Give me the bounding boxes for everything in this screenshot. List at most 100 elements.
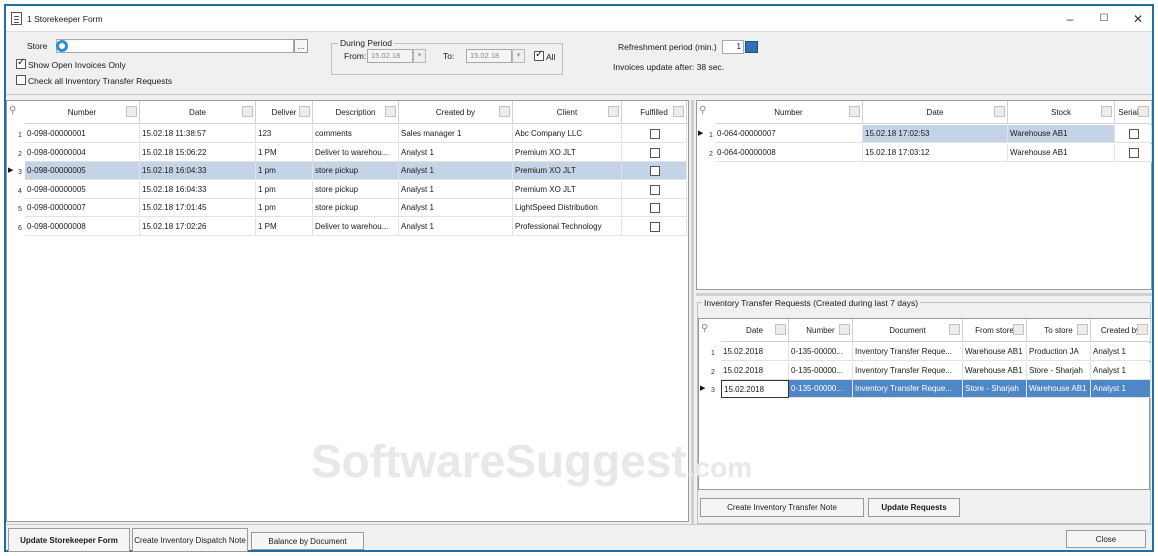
update-requests-button[interactable]: Update Requests xyxy=(868,498,960,517)
transfer-cell-from: Warehouse AB1 xyxy=(963,361,1027,380)
transfer-header-0[interactable]: Date xyxy=(721,319,789,342)
invoice-header-2[interactable]: Deliver xyxy=(256,101,313,124)
invoice-cell-created_by: Sales manager 1 xyxy=(399,125,513,143)
filter-dropdown-icon[interactable] xyxy=(299,106,310,117)
transfer-cell-document: Inventory Transfer Reque... xyxy=(853,361,963,380)
filter-dropdown-icon[interactable] xyxy=(1138,106,1149,117)
transfer-cell-created_by: Analyst 1 xyxy=(1091,380,1151,398)
invoice-header-3[interactable]: Description xyxy=(313,101,399,124)
invoice-cell-number: 0-098-00000004 xyxy=(25,143,140,162)
to-date-field[interactable]: 15.02.18 xyxy=(466,49,512,63)
transfer-search-icon[interactable]: ⚲ xyxy=(701,323,708,334)
refresh-spin-icon[interactable] xyxy=(745,41,758,53)
invoice-row-checkbox[interactable] xyxy=(649,129,660,139)
stock-grid: ⚲ Number Date Stock Serial ... 1 ▶ 0-064-000000… xyxy=(696,100,1152,290)
create-transfer-note-button[interactable]: Create Inventory Transfer Note xyxy=(700,498,864,517)
horizontal-splitter[interactable] xyxy=(696,293,1152,296)
stock-cell-date: 15.02.18 17:03:12 xyxy=(863,143,1008,162)
invoice-search-icon[interactable]: ⚲ xyxy=(9,105,16,116)
filter-dropdown-icon[interactable] xyxy=(1013,324,1024,335)
minimize-button[interactable]: – xyxy=(1058,10,1082,28)
filter-dropdown-icon[interactable] xyxy=(608,106,619,117)
update-storekeeper-button[interactable]: Update Storekeeper Form xyxy=(8,528,130,552)
create-dispatch-note-button[interactable]: Create Inventory Dispatch Note xyxy=(132,528,248,552)
filter-dropdown-icon[interactable] xyxy=(126,106,137,117)
filter-dropdown-icon[interactable] xyxy=(994,106,1005,117)
invoice-cell-date: 15.02.18 15:06:22 xyxy=(140,143,256,162)
filter-dropdown-icon[interactable] xyxy=(949,324,960,335)
stock-row-checkbox[interactable] xyxy=(1128,147,1139,158)
store-browse-button[interactable]: ... xyxy=(294,39,308,53)
invoice-header-4[interactable]: Created by xyxy=(399,101,513,124)
invoice-header-5[interactable]: Client xyxy=(513,101,622,124)
filter-dropdown-icon[interactable] xyxy=(775,324,786,335)
refresh-input[interactable]: 1 xyxy=(722,40,744,54)
stock-search-icon[interactable]: ⚲ xyxy=(699,105,706,116)
close-window-button[interactable]: ✕ xyxy=(1126,10,1150,28)
transfer-cell-to: Warehouse AB1 xyxy=(1027,380,1091,398)
show-open-checkbox[interactable] xyxy=(16,57,26,69)
filter-dropdown-icon[interactable] xyxy=(1077,324,1088,335)
filter-dropdown-icon[interactable] xyxy=(242,106,253,117)
vertical-splitter[interactable] xyxy=(691,100,694,524)
check-all-checkbox[interactable] xyxy=(16,75,26,85)
transfer-cell-number: 0-135-00000... xyxy=(789,343,853,361)
invoice-cell-number: 0-098-00000005 xyxy=(25,162,140,180)
invoice-cell-date: 15.02.18 17:02:26 xyxy=(140,217,256,236)
maximize-button[interactable]: ☐ xyxy=(1092,10,1116,28)
all-label: All xyxy=(546,52,556,62)
filter-dropdown-icon[interactable] xyxy=(499,106,510,117)
filter-dropdown-icon[interactable] xyxy=(385,106,396,117)
invoice-row-checkbox[interactable] xyxy=(649,147,660,158)
stock-cell-date: 15.02.18 17:02:53 xyxy=(863,125,1008,143)
transfer-header-1[interactable]: Number xyxy=(789,319,853,342)
store-lookup-icon[interactable] xyxy=(56,40,68,52)
store-input[interactable] xyxy=(56,39,294,53)
close-button[interactable]: Close xyxy=(1066,530,1146,548)
invoice-cell-deliver: 1 PM xyxy=(256,217,313,236)
filter-dropdown-icon[interactable] xyxy=(673,106,684,117)
all-checkbox[interactable] xyxy=(534,49,544,61)
invoice-cell-deliver: 1 PM xyxy=(256,143,313,162)
invoice-cell-description: store pickup xyxy=(313,162,399,180)
window-title: 1 Storekeeper Form xyxy=(27,14,103,24)
invoice-header-1[interactable]: Date xyxy=(140,101,256,124)
transfers-grid: ⚲ Date Number Document From store To store Cre… xyxy=(698,318,1151,490)
transfer-header-5[interactable]: Created by xyxy=(1091,319,1151,342)
invoice-cell-client: Abc Company LLC xyxy=(513,125,622,143)
transfer-header-4[interactable]: To store xyxy=(1027,319,1091,342)
filter-dropdown-icon[interactable] xyxy=(1137,324,1148,335)
invoice-header-6[interactable]: Fulfilled xyxy=(622,101,687,124)
stock-row-checkbox[interactable] xyxy=(1128,129,1139,139)
title-bar: 1 Storekeeper Form – ☐ ✕ xyxy=(6,6,1152,32)
filter-dropdown-icon[interactable] xyxy=(839,324,850,335)
invoice-cell-number: 0-098-00000007 xyxy=(25,199,140,217)
from-date-field[interactable]: 15.02.18 xyxy=(367,49,413,63)
invoice-header-0[interactable]: Number xyxy=(25,101,140,124)
stock-header-2[interactable]: Stock xyxy=(1008,101,1115,124)
invoice-cell-deliver: 1 pm xyxy=(256,199,313,217)
invoice-row-checkbox[interactable] xyxy=(649,221,660,232)
from-date-dropdown[interactable]: ▾ xyxy=(413,49,426,63)
stock-header-3[interactable]: Serial ... xyxy=(1115,101,1152,124)
transfer-cell-from: Store - Sharjah xyxy=(963,380,1027,398)
transfer-cell-number: 0-135-00000... xyxy=(789,361,853,380)
transfer-cell-from: Warehouse AB1 xyxy=(963,343,1027,361)
transfer-header-3[interactable]: From store xyxy=(963,319,1027,342)
stock-header-1[interactable]: Date xyxy=(863,101,1008,124)
invoice-row-checkbox[interactable] xyxy=(649,203,660,213)
invoice-row-checkbox[interactable] xyxy=(649,166,660,176)
to-date-dropdown[interactable]: ▾ xyxy=(512,49,525,63)
invoice-cell-deliver: 1 pm xyxy=(256,162,313,180)
stock-cell-number: 0-064-00000007 xyxy=(715,125,863,143)
transfer-header-2[interactable]: Document xyxy=(853,319,963,342)
invoice-cell-number: 0-098-00000005 xyxy=(25,180,140,199)
invoice-cell-created_by: Analyst 1 xyxy=(399,199,513,217)
refresh-label: Refreshment period (min.) xyxy=(618,42,717,52)
filter-dropdown-icon[interactable] xyxy=(849,106,860,117)
filter-dropdown-icon[interactable] xyxy=(1101,106,1112,117)
balance-by-document-button[interactable]: Balance by Document xyxy=(251,532,364,550)
stock-header-0[interactable]: Number xyxy=(715,101,863,124)
transfer-cell-number: 0-135-00000... xyxy=(789,380,853,398)
invoice-row-checkbox[interactable] xyxy=(649,184,660,195)
